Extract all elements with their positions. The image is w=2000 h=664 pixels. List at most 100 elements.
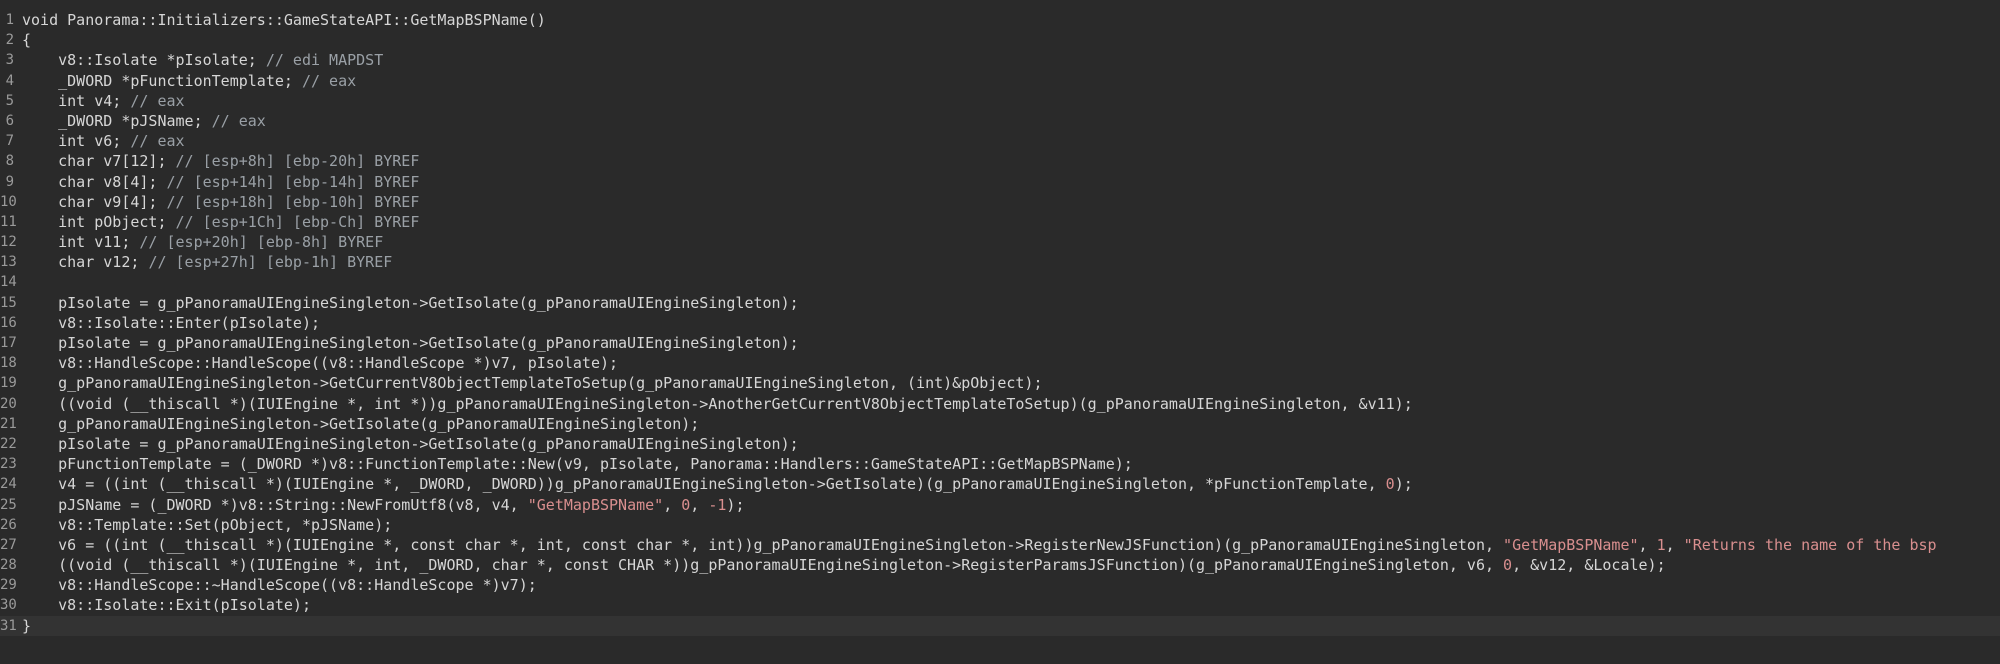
default-token: char v9[4];	[22, 192, 167, 211]
default-token: pIsolate = g_pPanoramaUIEngineSingleton-…	[22, 334, 799, 352]
default-token: pJSName = (_DWORD *)v8::String::NewFromU…	[22, 495, 528, 514]
code-line[interactable]: 11 int pObject; // [esp+1Ch] [ebp-Ch] BY…	[0, 212, 2000, 232]
code-line[interactable]: 29 v8::HandleScope::~HandleScope((v8::Ha…	[0, 575, 2000, 595]
default-token: , &v12, &Locale);	[1512, 556, 1666, 575]
line-number: 1	[5, 12, 14, 28]
code-line[interactable]: 23 pFunctionTemplate = (_DWORD *)v8::Fun…	[0, 454, 2000, 474]
default-token: pIsolate = g_pPanoramaUIEngineSingleton-…	[22, 434, 799, 453]
code-line[interactable]: 31}	[0, 615, 2000, 636]
code-text: _DWORD *pFunctionTemplate; // eax	[22, 71, 356, 91]
code-line[interactable]: 16 v8::Isolate::Enter(pIsolate);	[0, 313, 2000, 333]
code-line[interactable]: 4 _DWORD *pFunctionTemplate; // eax	[0, 71, 2000, 91]
code-text: pIsolate = g_pPanoramaUIEngineSingleton-…	[22, 434, 799, 454]
line-number: 12	[0, 234, 17, 251]
code-line[interactable]: 18 v8::HandleScope::HandleScope((v8::Han…	[0, 353, 2000, 373]
default-token: ,	[1665, 535, 1684, 554]
code-line[interactable]: 28 ((void (__thiscall *)(IUIEngine *, in…	[0, 555, 2000, 575]
string-token: "GetMapBSPName"	[527, 495, 664, 514]
line-number: 25	[0, 496, 17, 513]
default-token: pFunctionTemplate = (_DWORD *)v8::Functi…	[22, 455, 1133, 474]
line-number: 16	[0, 314, 17, 331]
line-number: 19	[0, 375, 17, 392]
code-line[interactable]: 12 int v11; // [esp+20h] [ebp-8h] BYREF	[0, 232, 2000, 252]
code-line[interactable]: 10 char v9[4]; // [esp+18h] [ebp-10h] BY…	[0, 192, 2000, 212]
line-number: 26	[0, 516, 17, 533]
line-number: 11	[0, 213, 17, 230]
code-text: ((void (__thiscall *)(IUIEngine *, int, …	[22, 555, 1666, 575]
line-number: 31	[0, 617, 17, 634]
default-token: v8::HandleScope::~HandleScope((v8::Handl…	[22, 576, 537, 595]
default-token: v8::Isolate *pIsolate;	[22, 51, 266, 70]
code-line[interactable]: 25 pJSName = (_DWORD *)v8::String::NewFr…	[0, 495, 2000, 515]
line-number: 20	[0, 395, 17, 412]
code-line[interactable]: 21 g_pPanoramaUIEngineSingleton->GetIsol…	[0, 414, 2000, 434]
line-number: 13	[0, 254, 17, 271]
comment-token: // eax	[130, 91, 185, 110]
default-token: ,	[1638, 535, 1657, 554]
code-text: v6 = ((int (__thiscall *)(IUIEngine *, c…	[22, 535, 1936, 555]
code-text: {	[22, 30, 31, 50]
default-token: v8::Template::Set(pObject, *pJSName);	[22, 515, 393, 534]
default-token: ((void (__thiscall *)(IUIEngine *, int, …	[22, 556, 1504, 575]
default-token: ((void (__thiscall *)(IUIEngine *, int *…	[22, 394, 1413, 413]
code-text: }	[22, 616, 31, 636]
string-token: "GetMapBSPName"	[1503, 535, 1639, 554]
comment-token: // [esp+14h] [ebp-14h] BYREF	[166, 172, 420, 191]
comment-token: // [esp+1Ch] [ebp-Ch] BYREF	[175, 212, 420, 231]
code-line[interactable]: 3 v8::Isolate *pIsolate; // edi MAPDST	[0, 50, 2000, 70]
line-number: 28	[0, 557, 17, 574]
default-token: ,	[690, 495, 709, 514]
line-number: 14	[0, 274, 17, 291]
code-line[interactable]: 17 pIsolate = g_pPanoramaUIEngineSinglet…	[0, 333, 2000, 353]
code-line[interactable]: 30 v8::Isolate::Exit(pIsolate);	[0, 595, 2000, 615]
code-text: char v12; // [esp+27h] [ebp-1h] BYREF	[22, 252, 392, 272]
comment-token: // [esp+20h] [ebp-8h] BYREF	[139, 233, 384, 252]
line-number: 9	[5, 173, 14, 190]
number-token: 0	[681, 495, 691, 514]
line-number: 6	[5, 112, 14, 129]
code-text: g_pPanoramaUIEngineSingleton->GetCurrent…	[22, 373, 1042, 393]
code-line[interactable]: 19 g_pPanoramaUIEngineSingleton->GetCurr…	[0, 373, 2000, 393]
code-editor[interactable]: 1 void Panorama::Initializers::GameStateA…	[0, 0, 2000, 664]
code-text: v8::Isolate::Exit(pIsolate);	[22, 595, 311, 615]
code-line[interactable]: 14	[0, 272, 2000, 292]
code-line[interactable]: 9 char v8[4]; // [esp+14h] [ebp-14h] BYR…	[0, 172, 2000, 192]
comment-token: // [esp+27h] [ebp-1h] BYREF	[148, 253, 393, 272]
default-token: int v4;	[22, 91, 131, 110]
code-text: v8::Isolate::Enter(pIsolate);	[22, 313, 320, 333]
code-line[interactable]: 5 int v4; // eax	[0, 91, 2000, 111]
default-token: pIsolate = g_pPanoramaUIEngineSingleton-…	[22, 293, 799, 312]
code-line[interactable]: 2{	[0, 30, 2000, 50]
default-token: g_pPanoramaUIEngineSingleton->GetIsolate…	[22, 414, 700, 433]
line-number: 24	[0, 476, 17, 493]
code-text: _DWORD *pJSName; // eax	[22, 111, 266, 131]
line-number: 29	[0, 577, 17, 594]
code-text: pIsolate = g_pPanoramaUIEngineSingleton-…	[22, 333, 799, 353]
code-line[interactable]: 6 _DWORD *pJSName; // eax	[0, 111, 2000, 131]
default-token: v4 = ((int (__thiscall *)(IUIEngine *, _…	[22, 475, 1386, 494]
code-line[interactable]: 27 v6 = ((int (__thiscall *)(IUIEngine *…	[0, 535, 2000, 555]
code-text: pFunctionTemplate = (_DWORD *)v8::Functi…	[22, 454, 1133, 474]
code-line[interactable]: 1 void Panorama::Initializers::GameStateA…	[0, 10, 2000, 30]
default-token: );	[1394, 475, 1413, 494]
code-line[interactable]: 26 v8::Template::Set(pObject, *pJSName);	[0, 515, 2000, 535]
code-line[interactable]: 13 char v12; // [esp+27h] [ebp-1h] BYREF	[0, 252, 2000, 272]
code-line[interactable]: 20 ((void (__thiscall *)(IUIEngine *, in…	[0, 394, 2000, 414]
line-number: 7	[5, 133, 14, 150]
line-number: 3	[5, 52, 14, 69]
line-number: 27	[0, 536, 17, 553]
code-text: v8::HandleScope::~HandleScope((v8::Handl…	[22, 575, 537, 595]
code-line[interactable]: 8 char v7[12]; // [esp+8h] [ebp-20h] BYR…	[0, 151, 2000, 171]
comment-token: // [esp+18h] [ebp-10h] BYREF	[166, 192, 420, 211]
code-text: pJSName = (_DWORD *)v8::String::NewFromU…	[22, 495, 744, 515]
default-token: v8::Isolate::Enter(pIsolate);	[22, 313, 321, 332]
code-line[interactable]: 24 v4 = ((int (__thiscall *)(IUIEngine *…	[0, 474, 2000, 494]
default-token: void Panorama::Initializers::GameStateAP…	[22, 11, 546, 29]
code-line[interactable]: 22 pIsolate = g_pPanoramaUIEngineSinglet…	[0, 434, 2000, 454]
code-line[interactable]: 7 int v6; // eax	[0, 131, 2000, 151]
code-text: ((void (__thiscall *)(IUIEngine *, int *…	[22, 394, 1413, 414]
default-token: int pObject;	[22, 212, 176, 231]
default-token: ,	[663, 495, 682, 514]
default-token: int v11;	[22, 233, 140, 252]
code-line[interactable]: 15 pIsolate = g_pPanoramaUIEngineSinglet…	[0, 293, 2000, 313]
